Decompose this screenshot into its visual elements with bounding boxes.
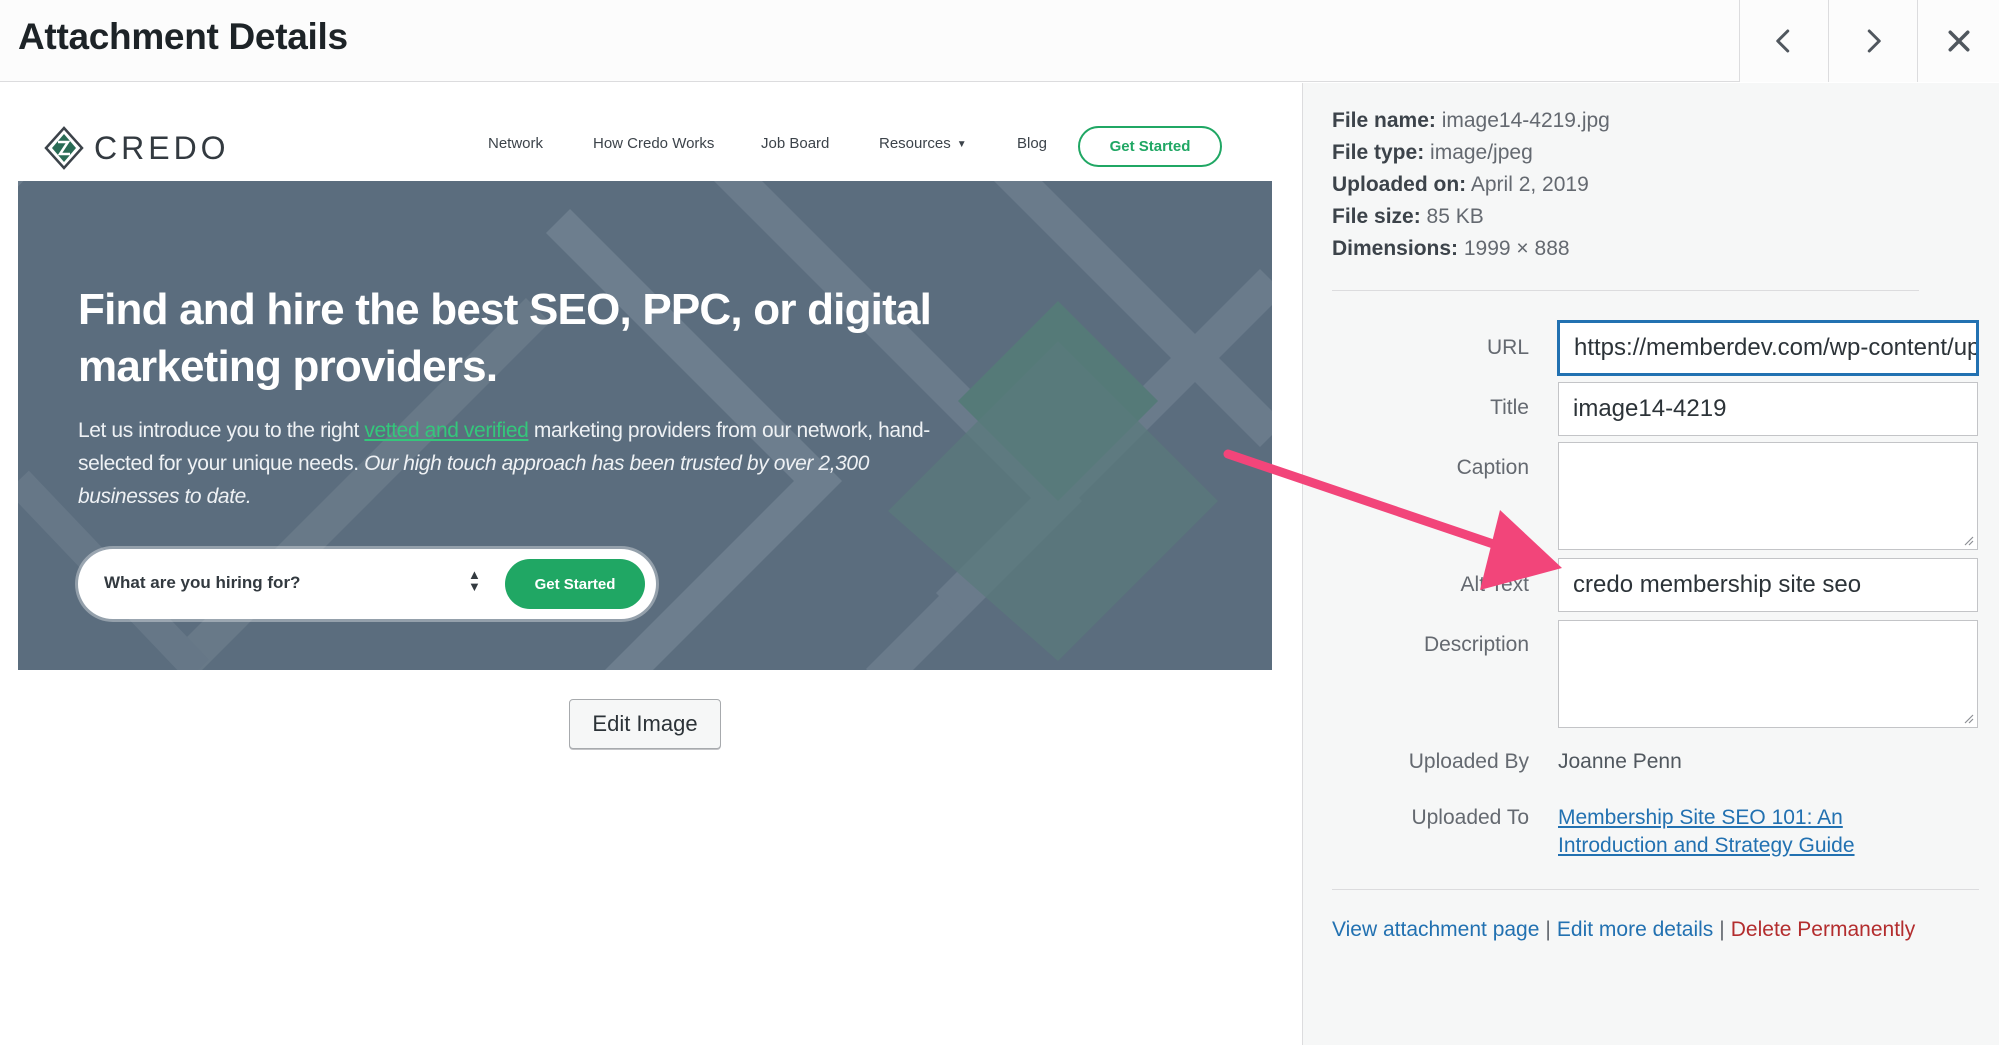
image-nav-job-board: Job Board: [761, 135, 830, 152]
image-nav-resources: Resources ▼: [879, 135, 967, 152]
caption-textarea[interactable]: [1558, 442, 1978, 550]
uploaded-by-label: Uploaded By: [1408, 750, 1529, 773]
image-nav-blog: Blog: [1017, 135, 1048, 152]
resize-handle-icon[interactable]: [1962, 534, 1974, 546]
image-hero: Find and hire the best SEO, PPC, or digi…: [18, 181, 1272, 670]
uploaded-to-label: Uploaded To: [1411, 806, 1529, 829]
attachment-details-modal: Attachment Details CREDO Network How Cre…: [0, 0, 1999, 1045]
uploaded-on-value: April 2, 2019: [1470, 173, 1589, 196]
file-name-value: image14-4219.jpg: [1441, 109, 1610, 132]
image-nav-get-started: Get Started: [1078, 126, 1222, 167]
image-hire-get-started: Get Started: [505, 559, 645, 609]
action-separator: |: [1545, 918, 1551, 941]
credo-logo: CREDO: [44, 126, 230, 170]
image-nav-resources-label: Resources: [879, 135, 951, 152]
close-modal-button[interactable]: [1917, 0, 1999, 82]
view-attachment-page-link[interactable]: View attachment page: [1332, 918, 1539, 941]
file-size-label: File size:: [1332, 205, 1421, 228]
resize-handle-icon[interactable]: [1962, 712, 1974, 724]
details-divider: [1332, 290, 1919, 291]
hero-sub-link: vetted and verified: [364, 419, 529, 442]
attachment-preview-pane: CREDO Network How Credo Works Job Board …: [0, 83, 1302, 1045]
next-attachment-button[interactable]: [1828, 0, 1917, 82]
credo-logo-text: CREDO: [94, 129, 230, 166]
attachment-info-sidebar: File name: image14-4219.jpg File type: i…: [1302, 83, 1999, 1045]
action-separator: |: [1719, 918, 1725, 941]
edit-more-details-link[interactable]: Edit more details: [1557, 918, 1713, 941]
select-arrows-icon: ▲ ▼: [468, 567, 481, 594]
previous-attachment-button[interactable]: [1739, 0, 1828, 82]
image-site-nav: CREDO Network How Credo Works Job Board …: [18, 114, 1272, 181]
dimensions-row: Dimensions: 1999 × 888: [1332, 233, 1610, 265]
modal-header: Attachment Details: [0, 0, 1999, 82]
file-type-value: image/jpeg: [1430, 141, 1533, 164]
delete-permanently-link[interactable]: Delete Permanently: [1731, 918, 1915, 941]
uploaded-to-link[interactable]: Membership Site SEO 101: An Introduction…: [1558, 804, 1938, 860]
modal-title: Attachment Details: [18, 16, 348, 57]
uploaded-by-value: Joanne Penn: [1558, 750, 1682, 773]
title-field[interactable]: image14-4219: [1558, 382, 1978, 436]
caption-label: Caption: [1456, 456, 1529, 479]
alt-text-field[interactable]: credo membership site seo: [1558, 558, 1978, 612]
attachment-actions: View attachment page | Edit more details | D…: [1332, 918, 1915, 942]
image-hero-subtitle: Let us introduce you to the right vetted…: [78, 414, 958, 513]
image-nav-how-credo-works: How Credo Works: [593, 135, 715, 152]
title-label: Title: [1490, 396, 1529, 419]
url-field[interactable]: https://memberdev.com/wp-content/uploads…: [1558, 321, 1978, 375]
image-hire-select: What are you hiring for? ▲ ▼ Get Started: [78, 549, 656, 619]
image-nav-network: Network: [488, 135, 544, 152]
hero-sub-text-1: Let us introduce you to the right: [78, 419, 365, 442]
edit-image-button[interactable]: Edit Image: [569, 699, 721, 749]
chevron-right-icon: [1867, 29, 1881, 53]
alt-text-label: Alt Text: [1460, 573, 1529, 596]
description-label: Description: [1423, 633, 1529, 656]
file-name-row: File name: image14-4219.jpg: [1332, 105, 1610, 137]
file-name-label: File name:: [1332, 109, 1436, 132]
caret-down-icon: ▼: [956, 138, 967, 150]
file-size-value: 85 KB: [1426, 205, 1484, 228]
credo-diamond-icon: [44, 126, 84, 170]
image-hire-label: What are you hiring for?: [104, 573, 301, 592]
chevron-left-icon: [1776, 29, 1790, 53]
dimensions-label: Dimensions:: [1332, 237, 1459, 260]
attachment-image: CREDO Network How Credo Works Job Board …: [18, 114, 1272, 670]
description-textarea[interactable]: [1558, 620, 1978, 728]
uploaded-on-label: Uploaded on:: [1332, 173, 1467, 196]
image-hero-title: Find and hire the best SEO, PPC, or digi…: [78, 285, 932, 391]
dimensions-value: 1999 × 888: [1463, 237, 1570, 260]
file-size-row: File size: 85 KB: [1332, 201, 1610, 233]
file-details: File name: image14-4219.jpg File type: i…: [1332, 105, 1610, 265]
file-type-row: File type: image/jpeg: [1332, 137, 1610, 169]
file-type-label: File type:: [1332, 141, 1425, 164]
url-label: URL: [1486, 336, 1529, 359]
uploaded-on-row: Uploaded on: April 2, 2019: [1332, 169, 1610, 201]
close-icon: [1948, 30, 1969, 52]
actions-divider: [1332, 889, 1979, 890]
